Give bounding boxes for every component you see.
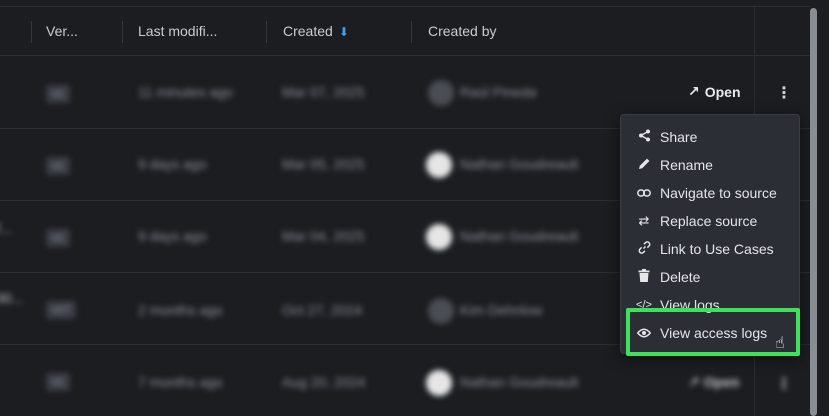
column-separator[interactable]: [31, 21, 32, 43]
name-cell-truncated: f...: [0, 220, 12, 236]
app-frame: Ver... Last modifi... Created ⬇ Created b…: [0, 0, 829, 416]
last-modified-cell: 11 minutes ago: [138, 84, 233, 100]
column-header-created-by[interactable]: Created by: [428, 23, 496, 39]
row-menu-kebab-icon[interactable]: ⋮: [776, 374, 792, 394]
hand-cursor-icon: ☝: [775, 335, 785, 352]
menu-item-rename[interactable]: Rename: [621, 151, 799, 179]
column-header-created-label: Created: [283, 23, 333, 39]
avatar: [426, 152, 452, 178]
menu-item-replace-source[interactable]: ⇄ Replace source: [621, 207, 799, 235]
created-by-cell: Raúl Pineda: [460, 84, 537, 100]
external-link-icon: ↗: [688, 83, 700, 99]
menu-item-label: Navigate to source: [660, 185, 777, 201]
created-by-cell: Nathan Goudreault: [460, 374, 579, 390]
avatar: [428, 298, 454, 324]
last-modified-cell: 7 months ago: [138, 374, 223, 390]
version-badge: v1: [46, 157, 70, 175]
column-separator[interactable]: [266, 21, 267, 43]
open-button[interactable]: ↗ Open: [688, 374, 739, 391]
avatar: [428, 80, 454, 106]
last-modified-cell: 9 days ago: [138, 228, 207, 244]
version-badge: v1: [46, 229, 70, 247]
created-cell: Aug 20, 2024: [282, 374, 366, 390]
menu-item-label: Link to Use Cases: [660, 241, 774, 257]
version-badge: v1: [46, 373, 70, 391]
highlight-box: [626, 308, 800, 356]
last-modified-cell: 9 days ago: [138, 156, 207, 172]
created-cell: Mar 05, 2025: [282, 156, 365, 172]
menu-item-label: Rename: [660, 157, 713, 173]
trash-icon: [636, 269, 652, 285]
open-button-label: Open: [704, 83, 741, 100]
menu-item-link-to-use-cases[interactable]: Link to Use Cases: [621, 235, 799, 263]
avatar: [426, 370, 452, 396]
menu-item-label: Delete: [660, 269, 701, 285]
menu-item-delete[interactable]: Delete: [621, 263, 799, 291]
pencil-icon: [636, 157, 652, 173]
link-icon: [636, 186, 652, 201]
created-by-cell: Nathan Goudreault: [460, 228, 579, 244]
menu-item-label: Share: [660, 129, 698, 145]
column-header-version[interactable]: Ver...: [46, 23, 78, 39]
open-button-label: Open: [703, 374, 740, 390]
open-button[interactable]: ↗ Open: [688, 83, 741, 100]
created-cell: Mar 07, 2025: [282, 84, 365, 100]
row-menu-kebab-icon[interactable]: ⋮: [776, 83, 792, 103]
avatar: [426, 224, 452, 250]
name-cell-truncated: 30...: [0, 290, 24, 306]
menu-item-navigate-to-source[interactable]: Navigate to source: [621, 179, 799, 207]
menu-item-share[interactable]: Share: [621, 123, 799, 151]
share-icon: [636, 129, 652, 145]
table-header: Ver... Last modifi... Created ⬇ Created b…: [0, 7, 810, 56]
column-separator[interactable]: [411, 21, 412, 43]
version-badge: v1: [46, 85, 70, 103]
swap-icon: ⇄: [638, 213, 650, 228]
link-icon: [636, 241, 652, 257]
created-by-cell: Kim Dehnlow: [460, 302, 543, 318]
arrow-down-icon[interactable]: ⬇: [339, 25, 349, 39]
created-by-cell: Nathan Goudreault: [460, 156, 579, 172]
column-header-last-modified[interactable]: Last modifi...: [138, 23, 217, 39]
menu-item-label: Replace source: [660, 213, 758, 229]
last-modified-cell: 2 months ago: [138, 302, 223, 318]
scrollbar-thumb[interactable]: [810, 8, 817, 416]
created-cell: Mar 04, 2025: [282, 228, 365, 244]
column-separator[interactable]: [122, 21, 123, 43]
version-badge: v17: [46, 301, 76, 319]
column-header-created[interactable]: Created ⬇: [283, 23, 349, 39]
created-cell: Oct 27, 2024: [282, 302, 363, 318]
